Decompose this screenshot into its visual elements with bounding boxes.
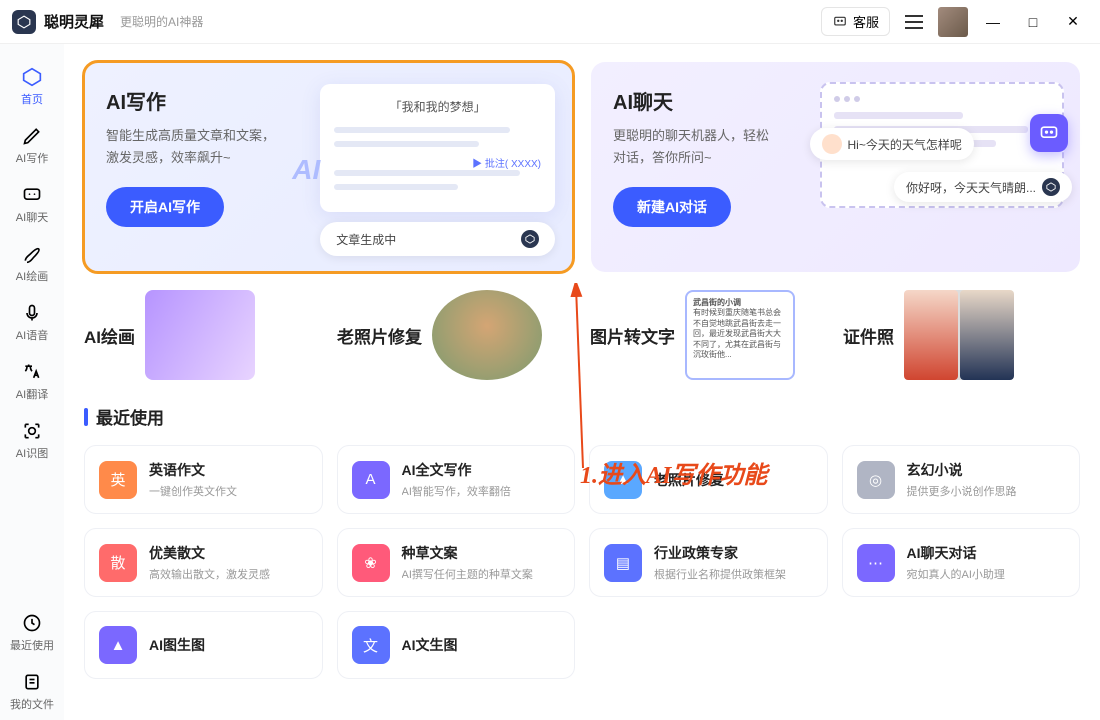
- app-tagline: 更聪明的AI神器: [120, 13, 203, 30]
- hexagon-icon: [521, 230, 539, 248]
- files-icon: [21, 671, 43, 693]
- recent-icon: 英: [99, 461, 137, 499]
- ocr-thumb: 武昌街的小调有时候到重庆随笔书总会不自觉地跳武昌街去走一回，最近发现武昌街大大不…: [685, 290, 795, 380]
- sidebar-item-vision[interactable]: AI识图: [6, 412, 58, 469]
- support-button[interactable]: 客服: [821, 7, 890, 36]
- recent-item[interactable]: ▤行业政策专家根据行业名称提供政策框架: [589, 528, 828, 597]
- recent-icon: ▤: [604, 544, 642, 582]
- recent-item[interactable]: ❀种草文案AI撰写任何主题的种草文案: [337, 528, 576, 597]
- chat-msg-in: Hi~今天的天气怎样呢: [810, 128, 974, 160]
- chat-icon: [832, 15, 848, 29]
- hero-chat-desc: 更聪明的聊天机器人，轻松对话，答你所问~: [613, 125, 818, 169]
- paint-thumb: [145, 290, 255, 380]
- sidebar-item-paint[interactable]: AI绘画: [6, 235, 58, 292]
- sidebar-item-writing[interactable]: AI写作: [6, 117, 58, 174]
- hexagon-icon: [1042, 178, 1060, 196]
- recent-item[interactable]: 英英语作文一键创作英文作文: [84, 445, 323, 514]
- ai-badge: AI: [292, 154, 320, 186]
- app-name: 聪明灵犀: [44, 11, 104, 32]
- id-thumb: [904, 290, 1014, 380]
- sidebar-item-recent[interactable]: 最近使用: [6, 604, 58, 661]
- menu-button[interactable]: [900, 8, 928, 36]
- sidebar-item-voice[interactable]: AI语音: [6, 294, 58, 351]
- hero-chat-title: AI聊天: [613, 86, 818, 115]
- recent-icon: ▲: [99, 626, 137, 664]
- generating-pill: 文章生成中: [320, 222, 555, 256]
- hero-card-writing[interactable]: AI写作 智能生成高质量文章和文案，激发灵感，效率飙升~ 开启AI写作 AI 「…: [84, 62, 573, 272]
- new-chat-button[interactable]: 新建AI对话: [613, 187, 731, 227]
- paint-icon: [21, 243, 43, 265]
- app-logo-icon: [12, 10, 36, 34]
- user-avatar[interactable]: [938, 7, 968, 37]
- vision-icon: [21, 420, 43, 442]
- chat-icon: [21, 184, 43, 206]
- writing-icon: [21, 125, 43, 147]
- annotation-arrow: [578, 285, 580, 470]
- hero-card-chat[interactable]: AI聊天 更聪明的聊天机器人，轻松对话，答你所问~ 新建AI对话: [591, 62, 1080, 272]
- sidebar-item-translate[interactable]: AI翻译: [6, 353, 58, 410]
- recent-icon: ❀: [352, 544, 390, 582]
- voice-icon: [21, 302, 43, 324]
- recent-icon: ◎: [857, 461, 895, 499]
- hero-writing-title: AI写作: [106, 86, 311, 115]
- feature-ai-paint[interactable]: AI绘画: [84, 290, 321, 380]
- recent-item[interactable]: ⋯AI聊天对话宛如真人的AI小助理: [842, 528, 1081, 597]
- recent-item[interactable]: 散优美散文高效输出散文，激发灵感: [84, 528, 323, 597]
- recent-icon: [21, 612, 43, 634]
- close-button[interactable]: ✕: [1058, 7, 1088, 37]
- home-icon: [21, 66, 43, 88]
- translate-icon: [21, 361, 43, 383]
- feature-ocr[interactable]: 图片转文字 武昌街的小调有时候到重庆随笔书总会不自觉地跳武昌街去走一回，最近发现…: [590, 290, 827, 380]
- sidebar-item-home[interactable]: 首页: [6, 58, 58, 115]
- writing-preview: 「我和我的梦想」 ▶ 批注( XXXX): [320, 84, 555, 212]
- recent-item[interactable]: 文AI文生图: [337, 611, 576, 679]
- sidebar-item-files[interactable]: 我的文件: [6, 663, 58, 720]
- annotation-text: 1.进入AI写作功能: [580, 455, 767, 490]
- recent-icon: ⋯: [857, 544, 895, 582]
- recent-icon: 散: [99, 544, 137, 582]
- photo-thumb: [432, 290, 542, 380]
- recent-item[interactable]: ▲AI图生图: [84, 611, 323, 679]
- recent-icon: 文: [352, 626, 390, 664]
- recent-item[interactable]: ◎玄幻小说提供更多小说创作思路: [842, 445, 1081, 514]
- chat-msg-out: 你好呀，今天天气晴朗...: [894, 172, 1072, 202]
- feature-id-photo[interactable]: 证件照: [843, 290, 1080, 380]
- recent-icon: A: [352, 461, 390, 499]
- minimize-button[interactable]: —: [978, 7, 1008, 37]
- avatar-icon: [822, 134, 842, 154]
- chat-float-icon: [1030, 114, 1068, 152]
- recent-item[interactable]: AAI全文写作AI智能写作，效率翻倍: [337, 445, 576, 514]
- sidebar: 首页AI写作AI聊天AI绘画AI语音AI翻译AI识图最近使用我的文件: [0, 44, 64, 720]
- start-writing-button[interactable]: 开启AI写作: [106, 187, 224, 227]
- sidebar-item-chat[interactable]: AI聊天: [6, 176, 58, 233]
- feature-photo-restore[interactable]: 老照片修复: [337, 290, 574, 380]
- maximize-button[interactable]: □: [1018, 7, 1048, 37]
- titlebar: 聪明灵犀 更聪明的AI神器 客服 — □ ✕: [0, 0, 1100, 44]
- hero-writing-desc: 智能生成高质量文章和文案，激发灵感，效率飙升~: [106, 125, 311, 169]
